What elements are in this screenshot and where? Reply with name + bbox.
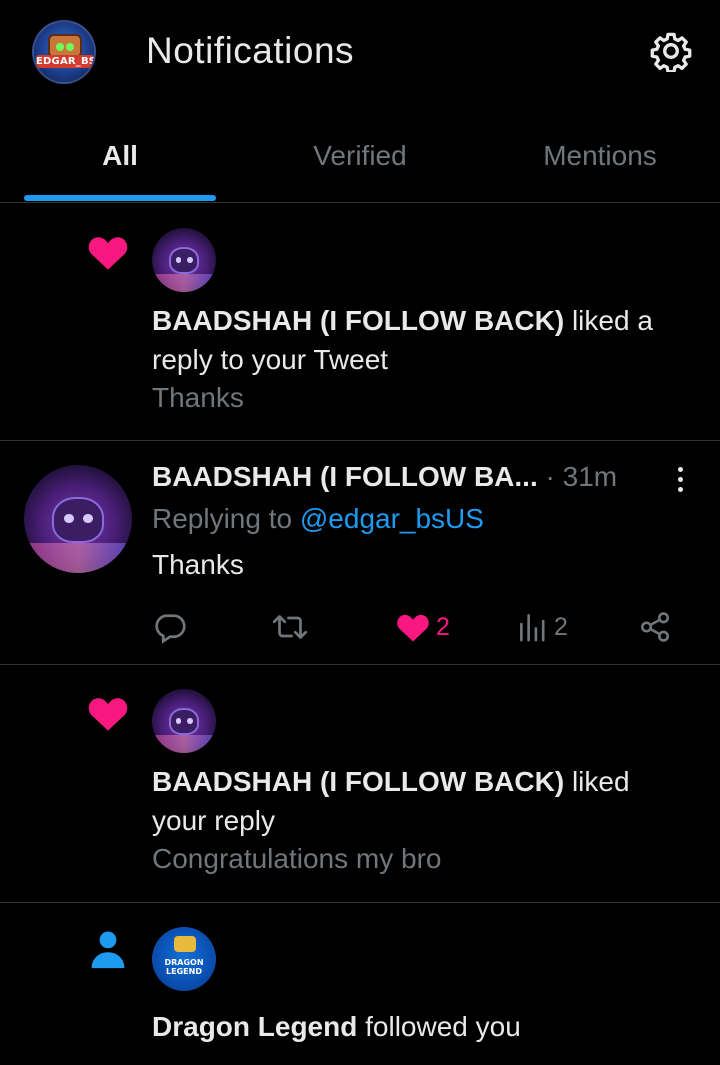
share-icon xyxy=(640,612,670,642)
notification-snippet: Thanks xyxy=(152,382,244,413)
avatar[interactable] xyxy=(152,228,216,292)
retweet-icon xyxy=(272,615,308,639)
gear-icon xyxy=(650,32,692,72)
person-icon xyxy=(86,929,130,969)
notification-action: liked a xyxy=(564,305,653,336)
reply-handle-link[interactable]: @edgar_bsUS xyxy=(300,503,484,534)
notification-item[interactable]: BAADSHAH (I FOLLOW BACK) liked your repl… xyxy=(0,665,720,903)
tab-all[interactable]: All xyxy=(0,110,240,202)
notification-item[interactable]: BAADSHAH (I FOLLOW BACK) liked a reply t… xyxy=(0,204,720,441)
replying-prefix: Replying to xyxy=(152,503,300,534)
avatar[interactable] xyxy=(24,465,132,573)
notification-action-cont: reply to your Tweet xyxy=(152,344,389,375)
like-count: 2 xyxy=(436,612,450,641)
actor-name[interactable]: BAADSHAH (I FOLLOW BACK) xyxy=(152,766,564,797)
views-count: 2 xyxy=(554,612,568,641)
notification-text: Dragon Legend followed you xyxy=(152,1007,692,1046)
page-title: Notifications xyxy=(146,30,355,71)
reply-icon xyxy=(155,614,186,644)
tweet-item[interactable]: BAADSHAH (I FOLLOW BA... · 31m Replying … xyxy=(0,441,720,665)
tweet-header: BAADSHAH (I FOLLOW BA... · 31m xyxy=(152,461,617,493)
notification-snippet: Congratulations my bro xyxy=(152,843,442,874)
top-app-bar: EDGAR_BS Notifications xyxy=(0,0,720,105)
notification-action-cont: your reply xyxy=(152,805,275,836)
settings-button[interactable] xyxy=(648,28,694,74)
tweet-time: · 31m xyxy=(537,461,618,492)
actor-name[interactable]: Dragon Legend xyxy=(152,1011,357,1042)
profile-avatar-badge: EDGAR_BS xyxy=(36,55,96,68)
notification-item[interactable]: DRAGON LEGEND Dragon Legend followed you xyxy=(0,903,720,1065)
profile-avatar[interactable]: EDGAR_BS xyxy=(32,20,96,84)
avatar[interactable] xyxy=(152,689,216,753)
notification-action: liked xyxy=(564,766,630,797)
reply-button[interactable] xyxy=(152,607,188,647)
tab-mentions[interactable]: Mentions xyxy=(480,110,720,202)
heart-icon xyxy=(86,693,130,733)
tweet-text: Thanks xyxy=(152,549,244,580)
replying-to: Replying to @edgar_bsUS xyxy=(152,503,484,535)
analytics-icon xyxy=(520,614,545,642)
like-button[interactable]: 2 xyxy=(396,607,450,647)
avatar[interactable]: DRAGON LEGEND xyxy=(152,927,216,991)
tab-verified[interactable]: Verified xyxy=(240,110,480,202)
author-name[interactable]: BAADSHAH (I FOLLOW BA... xyxy=(152,461,538,492)
share-button[interactable] xyxy=(638,607,672,647)
notification-action: followed you xyxy=(357,1011,521,1042)
avatar-logo-text: DRAGON LEGEND xyxy=(164,958,204,976)
actor-name[interactable]: BAADSHAH (I FOLLOW BACK) xyxy=(152,305,564,336)
heart-icon xyxy=(397,614,429,642)
active-tab-indicator xyxy=(24,195,216,201)
dragon-crest-art xyxy=(174,936,196,952)
retweet-button[interactable] xyxy=(270,607,310,647)
notification-text: BAADSHAH (I FOLLOW BACK) liked a reply t… xyxy=(152,301,692,379)
notification-tabs: All Verified Mentions xyxy=(0,110,720,203)
more-options-button[interactable] xyxy=(666,461,694,497)
notification-text: BAADSHAH (I FOLLOW BACK) liked your repl… xyxy=(152,762,692,840)
tweet-actions: 2 2 xyxy=(152,607,682,647)
heart-icon xyxy=(86,232,130,272)
views-button[interactable]: 2 xyxy=(518,607,568,647)
